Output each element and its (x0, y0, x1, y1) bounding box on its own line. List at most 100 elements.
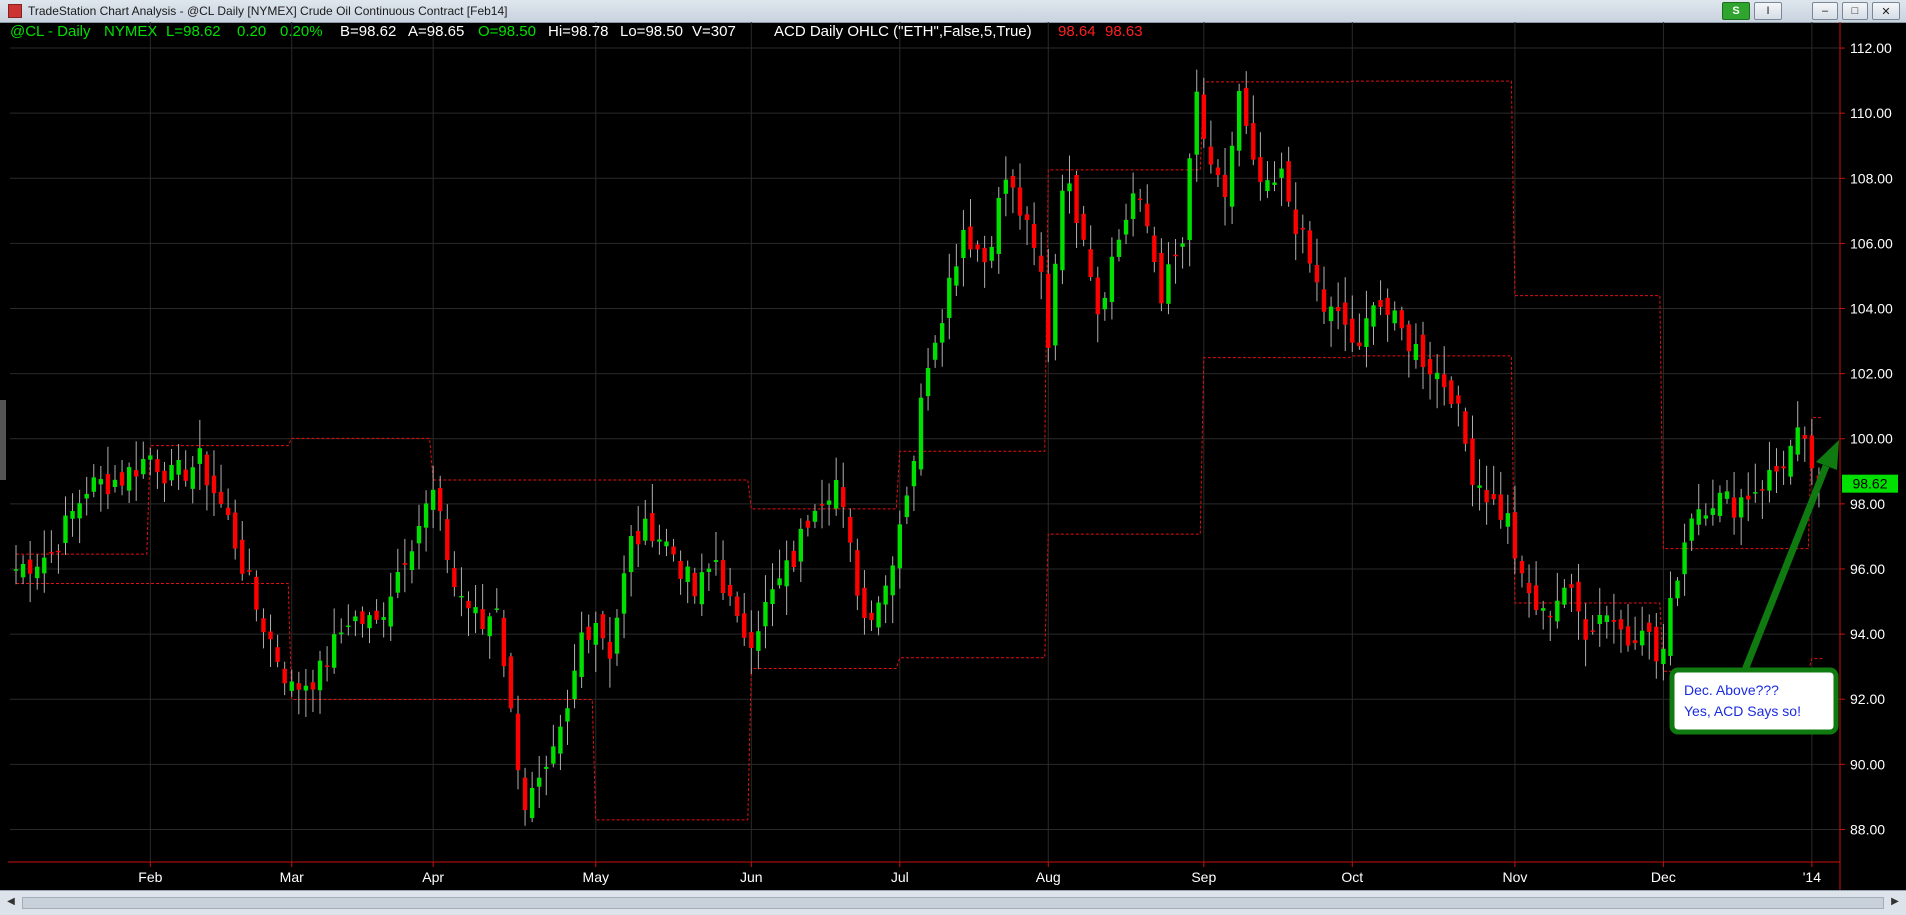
candle-body (169, 464, 174, 481)
candle-body (791, 550, 796, 568)
candle-body (1427, 359, 1433, 375)
close-button[interactable]: ✕ (1872, 2, 1900, 20)
candle-body (1031, 223, 1037, 248)
candle-body (947, 277, 952, 318)
candle-body (1456, 395, 1461, 404)
candle-body (1512, 512, 1518, 559)
candle-body (1314, 264, 1320, 283)
candle-body (1753, 492, 1758, 494)
candle-body (303, 685, 309, 691)
callout-line-1: Dec. Above??? (1684, 682, 1779, 698)
x-tick-label: Dec (1651, 869, 1676, 885)
candle-body (1060, 190, 1065, 271)
candle-body (289, 681, 294, 691)
candle-body (1413, 344, 1419, 361)
callout-line-2: Yes, ACD Says so! (1684, 703, 1801, 719)
i-button[interactable]: I (1754, 2, 1782, 20)
last-price-tag-text: 98.62 (1852, 476, 1887, 492)
candle-body (452, 567, 457, 588)
candle-body (1251, 123, 1256, 160)
candle-body (1236, 90, 1242, 151)
candle-body (1180, 243, 1185, 247)
minimize-button[interactable]: – (1812, 2, 1838, 20)
candle-body (1696, 509, 1701, 525)
candle-body (282, 668, 287, 684)
scroll-track[interactable] (22, 897, 1884, 909)
chart-area[interactable]: 88.00 90.00 92.00 94.00 96.00 98.00 100.00 102.… (8, 22, 1906, 890)
candle-body (1024, 214, 1030, 220)
indicator-name: ACD Daily OHLC ("ETH",False,5,True) (774, 23, 1032, 40)
candle-body (918, 397, 924, 470)
candle-body (268, 631, 273, 640)
candle-body (388, 596, 393, 627)
candle-body (1159, 252, 1164, 304)
candle-body (1258, 157, 1263, 182)
bid-label: B=98.62 (340, 23, 396, 40)
annotation-callout: Dec. Above??? Yes, ACD Says so! (1669, 667, 1839, 735)
candle-body (35, 566, 40, 579)
candle-body (1604, 615, 1610, 622)
candle-body (734, 596, 740, 616)
candle-body (176, 459, 181, 475)
candle-body (1053, 263, 1058, 346)
arrow-head-icon (1816, 440, 1839, 470)
x-tick-label: Jul (891, 869, 909, 885)
y-tick-label: 98.00 (1850, 496, 1885, 512)
candle-body (367, 615, 372, 629)
candle-body (13, 569, 19, 571)
scroll-left-icon[interactable]: ◀ (4, 895, 18, 909)
s-button[interactable]: S (1722, 2, 1750, 20)
candle-body (1442, 374, 1447, 388)
exchange-label: NYMEX (104, 23, 157, 40)
candle-body (1717, 492, 1723, 516)
candle-body (247, 570, 252, 572)
change-label: 0.20 (237, 23, 266, 40)
candle-body (1109, 256, 1115, 302)
candle-body (777, 578, 782, 586)
candle-body (1201, 94, 1207, 139)
candle-body (1003, 179, 1009, 194)
maximize-button[interactable]: □ (1842, 2, 1868, 20)
candle-body (989, 246, 994, 261)
candle-body (1661, 648, 1666, 665)
candle-body (1123, 219, 1129, 235)
candle-body (664, 541, 669, 547)
candle-body (1675, 580, 1680, 599)
candle-body (1809, 435, 1815, 469)
candle-body (1434, 372, 1440, 380)
candle-body (911, 460, 917, 487)
candle-body (1039, 255, 1044, 272)
candle-body (1576, 581, 1581, 612)
candle-body (1526, 582, 1532, 594)
candle-body (416, 525, 422, 544)
candle-body (119, 472, 125, 486)
candle-body (685, 566, 690, 582)
candle-body (635, 531, 641, 545)
candle-body (1088, 249, 1093, 278)
candle-body (1802, 435, 1807, 439)
candle-body (855, 550, 860, 596)
scroll-right-icon[interactable]: ▶ (1888, 895, 1902, 909)
candle-body (841, 487, 846, 508)
candle-body (317, 660, 323, 691)
candle-body (975, 244, 980, 250)
candle-body (63, 515, 68, 544)
candle-body (1102, 297, 1108, 310)
candle-body (261, 618, 266, 633)
candle-body (1364, 318, 1369, 347)
candle-body (784, 560, 789, 587)
candle-body (1081, 213, 1086, 240)
y-tick-label: 100.00 (1850, 431, 1893, 447)
panel-resize-grip[interactable] (0, 400, 6, 480)
candle-body (459, 595, 464, 598)
candle-body (1046, 273, 1051, 348)
candle-body (537, 777, 542, 787)
candle-body (671, 546, 676, 555)
price-chart[interactable]: 88.00 90.00 92.00 94.00 96.00 98.00 100.00 102.… (8, 22, 1906, 890)
y-tick-label: 110.00 (1850, 105, 1892, 121)
candle-body (1654, 626, 1659, 662)
acd-upper-line (16, 80, 1823, 555)
candle-body (381, 617, 386, 620)
candle-body (678, 560, 683, 579)
horizontal-scrollbar[interactable]: ◀ ▶ (0, 890, 1906, 915)
